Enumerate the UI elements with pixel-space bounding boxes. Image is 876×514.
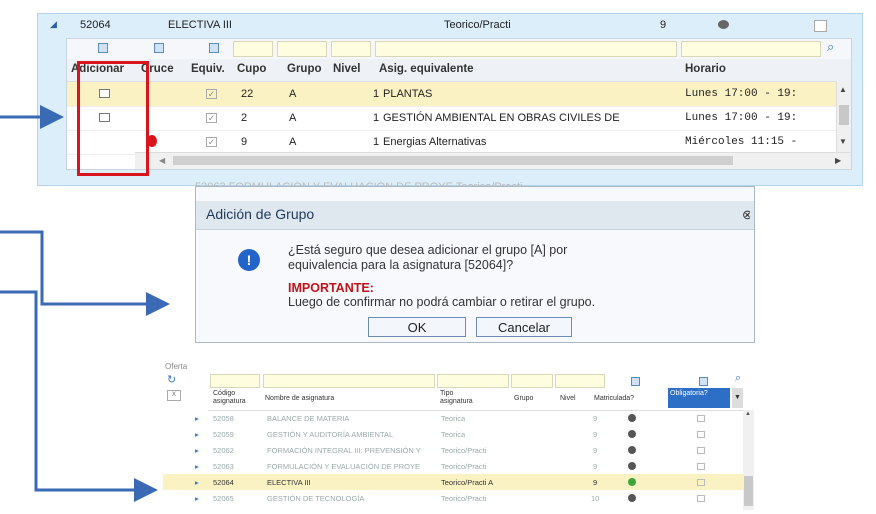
arrow-to-offer-row bbox=[0, 290, 158, 502]
annotation-arrows bbox=[0, 105, 170, 502]
